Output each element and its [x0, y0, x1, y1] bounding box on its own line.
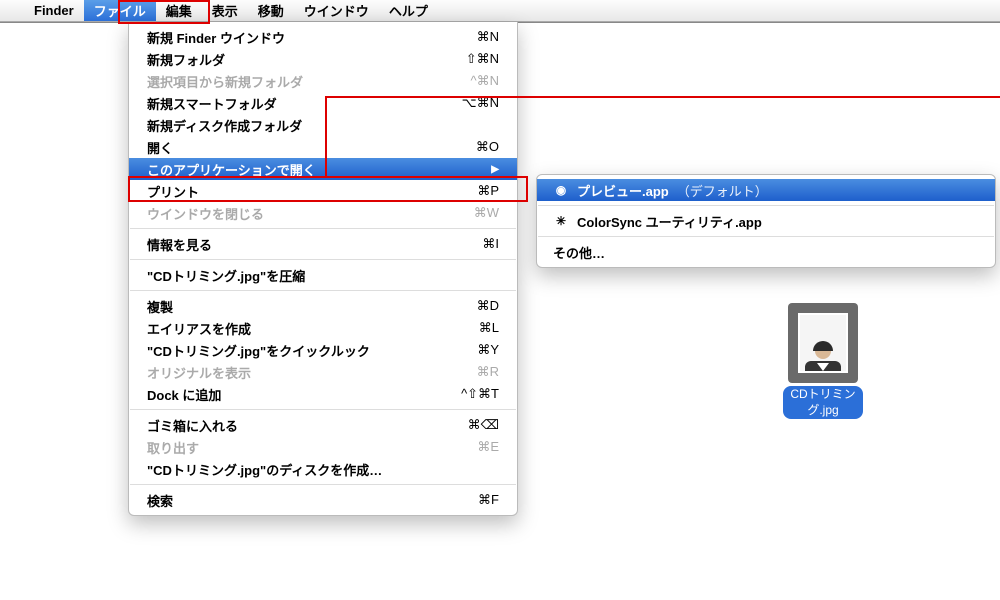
- menu-separator: [130, 484, 516, 485]
- file-menu-item[interactable]: 新規 Finder ウインドウ ⌘N: [129, 26, 517, 48]
- file-menu-item[interactable]: 複製 ⌘D: [129, 295, 517, 317]
- app-name[interactable]: Finder: [24, 0, 84, 21]
- menu-item-shortcut: ⌘Y: [477, 342, 499, 358]
- menu-go[interactable]: 移動: [248, 0, 294, 21]
- menu-separator: [130, 290, 516, 291]
- menu-item-label: "CDトリミング.jpg"を圧縮: [147, 266, 305, 285]
- default-suffix: （デフォルト）: [677, 181, 768, 200]
- file-menu-item: ウインドウを閉じる ⌘W: [129, 202, 517, 224]
- open-with-other[interactable]: その他…: [537, 241, 995, 263]
- menu-item-label: 開く: [147, 138, 173, 157]
- menu-item-label: プリント: [147, 182, 199, 201]
- open-with-submenu: ◉ プレビュー.app （デフォルト） ✳︎ ColorSync ユーティリティ…: [536, 174, 996, 268]
- menu-item-label: 新規 Finder ウインドウ: [147, 28, 285, 47]
- menu-item-shortcut: ⌘L: [479, 320, 499, 336]
- menu-item-shortcut: ⌘O: [476, 139, 499, 155]
- file-menu-item: オリジナルを表示 ⌘R: [129, 361, 517, 383]
- preview-app-icon: ◉: [553, 182, 569, 198]
- file-menu-item[interactable]: Dock に追加 ^⇧⌘T: [129, 383, 517, 405]
- menu-item-shortcut: ⌘D: [477, 298, 499, 314]
- file-menu-item: 選択項目から新規フォルダ ^⌘N: [129, 70, 517, 92]
- submenu-separator-2: [538, 236, 994, 237]
- menu-item-label: オリジナルを表示: [147, 363, 251, 382]
- menu-item-label: 新規ディスク作成フォルダ: [147, 116, 302, 135]
- menu-item-label: 選択項目から新規フォルダ: [147, 72, 303, 91]
- menu-item-shortcut: ⌥⌘N: [462, 95, 499, 111]
- file-menu-dropdown: 新規 Finder ウインドウ ⌘N 新規フォルダ ⇧⌘N 選択項目から新規フォルダ ^⌘…: [128, 22, 518, 516]
- menu-item-label: 新規スマートフォルダ: [147, 94, 277, 113]
- menu-separator: [130, 259, 516, 260]
- file-menu-item: 取り出す ⌘E: [129, 436, 517, 458]
- menu-item-label: 複製: [147, 297, 173, 316]
- submenu-separator: [538, 205, 994, 206]
- colorsync-app-name: ColorSync ユーティリティ.app: [577, 212, 762, 231]
- menu-separator: [130, 228, 516, 229]
- colorsync-app-icon: ✳︎: [553, 213, 569, 229]
- menu-help[interactable]: ヘルプ: [379, 0, 438, 21]
- file-menu-item[interactable]: このアプリケーションで開く ▶: [129, 158, 517, 180]
- menu-item-shortcut: ⇧⌘N: [466, 51, 499, 67]
- menu-file[interactable]: ファイル: [84, 0, 156, 21]
- menu-separator: [130, 409, 516, 410]
- menu-item-label: ゴミ箱に入れる: [147, 416, 238, 435]
- menu-item-label: 情報を見る: [147, 235, 212, 254]
- menu-item-shortcut: ⌘⌫: [468, 417, 499, 433]
- menu-item-shortcut: ⌘I: [482, 236, 499, 252]
- menu-item-shortcut: ⌘N: [477, 29, 499, 45]
- file-menu-item[interactable]: 新規ディスク作成フォルダ: [129, 114, 517, 136]
- file-menu-item[interactable]: "CDトリミング.jpg"を圧縮: [129, 264, 517, 286]
- file-label: CDトリミング.jpg: [783, 386, 863, 419]
- menu-item-label: 検索: [147, 491, 173, 510]
- open-with-default-app[interactable]: ◉ プレビュー.app （デフォルト）: [537, 179, 995, 201]
- file-menu-item[interactable]: 情報を見る ⌘I: [129, 233, 517, 255]
- menu-item-label: Dock に追加: [147, 385, 221, 404]
- submenu-arrow-icon: ▶: [491, 164, 499, 175]
- default-app-name: プレビュー.app: [577, 181, 669, 200]
- file-menu-item[interactable]: 新規フォルダ ⇧⌘N: [129, 48, 517, 70]
- menu-item-label: このアプリケーションで開く: [147, 160, 316, 179]
- menu-window[interactable]: ウインドウ: [294, 0, 379, 21]
- file-menu-item[interactable]: 検索 ⌘F: [129, 489, 517, 511]
- menu-item-shortcut: ⌘R: [477, 364, 499, 380]
- menu-item-label: "CDトリミング.jpg"のディスクを作成…: [147, 460, 382, 479]
- file-menu-item[interactable]: "CDトリミング.jpg"をクイックルック ⌘Y: [129, 339, 517, 361]
- file-thumbnail: [788, 303, 858, 383]
- menu-item-label: 取り出す: [147, 438, 199, 457]
- desktop-file-icon[interactable]: CDトリミング.jpg: [783, 303, 863, 419]
- other-label: その他…: [553, 243, 605, 262]
- file-menu-item[interactable]: "CDトリミング.jpg"のディスクを作成…: [129, 458, 517, 480]
- menu-item-shortcut: ⌘F: [478, 492, 499, 508]
- file-menu-item[interactable]: プリント ⌘P: [129, 180, 517, 202]
- menu-item-shortcut: ⌘E: [477, 439, 499, 455]
- menu-item-label: ウインドウを閉じる: [147, 204, 264, 223]
- file-menu-item[interactable]: 開く ⌘O: [129, 136, 517, 158]
- file-menu-item[interactable]: 新規スマートフォルダ ⌥⌘N: [129, 92, 517, 114]
- open-with-colorsync[interactable]: ✳︎ ColorSync ユーティリティ.app: [537, 210, 995, 232]
- menu-item-label: 新規フォルダ: [147, 50, 225, 69]
- menu-item-shortcut: ^⇧⌘T: [461, 386, 499, 402]
- menu-view[interactable]: 表示: [202, 0, 248, 21]
- menu-item-shortcut: ⌘P: [477, 183, 499, 199]
- menu-item-label: エイリアスを作成: [147, 319, 251, 338]
- menu-edit[interactable]: 編集: [156, 0, 202, 21]
- file-menu-item[interactable]: エイリアスを作成 ⌘L: [129, 317, 517, 339]
- menu-item-shortcut: ^⌘N: [471, 73, 500, 89]
- menubar: Finder ファイル 編集 表示 移動 ウインドウ ヘルプ: [0, 0, 1000, 22]
- file-menu-item[interactable]: ゴミ箱に入れる ⌘⌫: [129, 414, 517, 436]
- menu-item-shortcut: ⌘W: [474, 205, 499, 221]
- menu-item-label: "CDトリミング.jpg"をクイックルック: [147, 341, 370, 360]
